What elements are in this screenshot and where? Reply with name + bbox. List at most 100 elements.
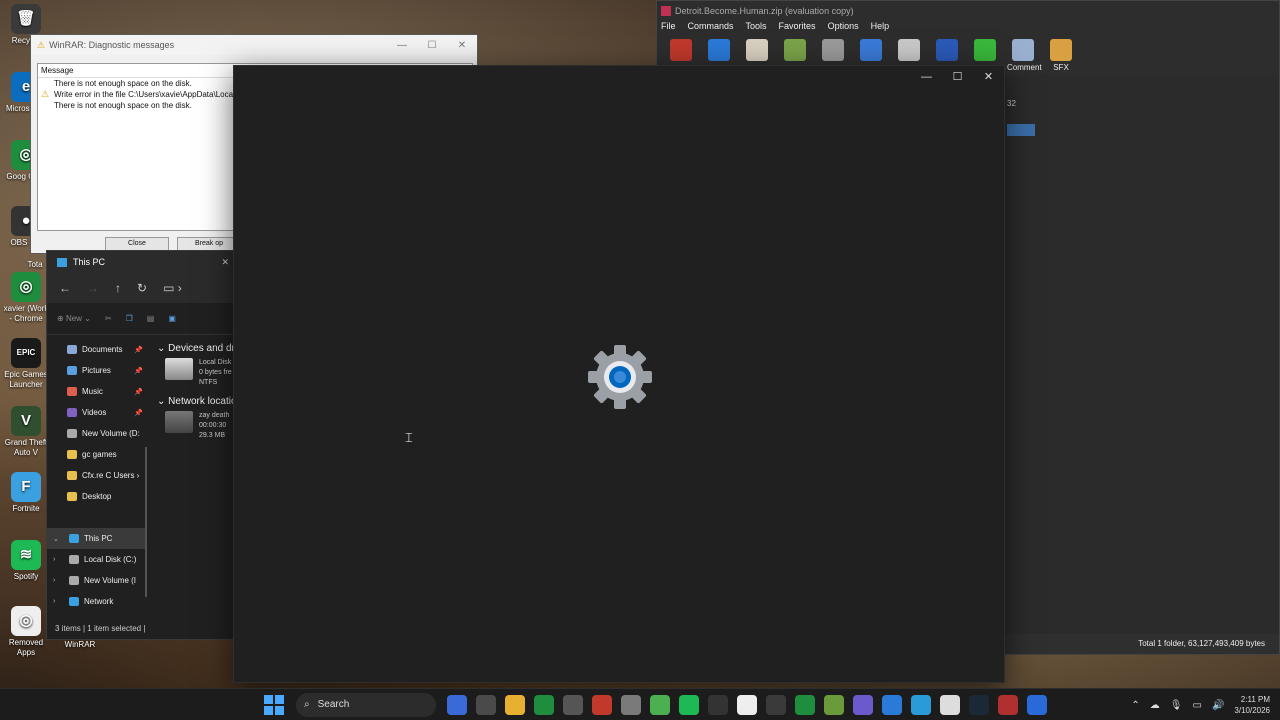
- close-icon[interactable]: ✕: [447, 40, 477, 51]
- winrar-tool-button[interactable]: SFX: [1045, 39, 1077, 72]
- winrar-tool-button[interactable]: Comment: [1007, 39, 1042, 72]
- minimize-icon[interactable]: —: [911, 68, 942, 86]
- clock-date: 3/10/2026: [1234, 706, 1270, 715]
- tool-icon: [936, 39, 958, 61]
- drive-item[interactable]: Local Disk 0 bytes fre NTFS: [151, 354, 235, 388]
- winrar-menu-help[interactable]: Help: [871, 21, 890, 35]
- taskbar-app-icon[interactable]: [620, 694, 641, 715]
- sidebar-item[interactable]: ⌄ This PC: [47, 528, 145, 549]
- display-icon[interactable]: ▭: [1193, 700, 1202, 711]
- chevron-icon[interactable]: ›: [53, 556, 55, 563]
- desktop-icon[interactable]: V Grand Theft Auto V: [2, 406, 50, 458]
- start-button[interactable]: [264, 694, 284, 715]
- taskbar-app-icon[interactable]: [939, 694, 960, 715]
- paste-icon[interactable]: ▤: [147, 314, 155, 323]
- copy-icon[interactable]: ❐: [126, 314, 133, 323]
- sidebar-item[interactable]: Music 📌: [47, 381, 145, 402]
- taskbar-app-icon[interactable]: [533, 694, 554, 715]
- winrar-selected-row[interactable]: [1007, 124, 1035, 136]
- sidebar-item[interactable]: › New Volume (I: [47, 570, 145, 591]
- sidebar-item[interactable]: Videos 📌: [47, 402, 145, 423]
- folder-icon: [67, 366, 77, 375]
- winrar-menu-tools[interactable]: Tools: [746, 21, 767, 35]
- rename-icon[interactable]: ▣: [168, 314, 176, 323]
- back-arrow-icon[interactable]: ←: [59, 281, 71, 295]
- desktop-icon[interactable]: F Fortnite: [2, 472, 50, 514]
- network-icon[interactable]: ☁: [1150, 700, 1160, 711]
- chevron-icon[interactable]: ⌄: [53, 535, 59, 543]
- taskbar-app-icon[interactable]: [1026, 694, 1047, 715]
- sidebar-item[interactable]: Documents 📌: [47, 339, 145, 360]
- forward-arrow-icon[interactable]: →: [87, 281, 99, 295]
- cut-icon[interactable]: ✂: [105, 314, 112, 323]
- up-arrow-icon[interactable]: ↑: [115, 281, 121, 295]
- diag-titlebar[interactable]: ⚠ WinRAR: Diagnostic messages — ☐ ✕: [31, 35, 477, 55]
- sidebar-item[interactable]: › Local Disk (C:): [47, 549, 145, 570]
- taskbar-app-icon[interactable]: [475, 694, 496, 715]
- taskbar-app-icon[interactable]: [910, 694, 931, 715]
- chevron-icon[interactable]: ›: [53, 577, 55, 584]
- network-item[interactable]: zay death 00:00:30 29.3 MB: [151, 407, 235, 441]
- sidebar-item[interactable]: Cfx.re C Users ›: [47, 465, 145, 486]
- clock[interactable]: 2:11 PM 3/10/2026: [1234, 694, 1270, 716]
- sidebar-item[interactable]: New Volume (D:: [47, 423, 145, 444]
- taskbar-search[interactable]: ⌕ Search: [296, 692, 436, 717]
- desktop-icon-label: Epic Games Launcher: [4, 370, 48, 389]
- group-network-header[interactable]: ⌄ Network locatio: [151, 396, 235, 407]
- taskbar-app-icon[interactable]: [881, 694, 902, 715]
- chevron-up-icon[interactable]: ⌃: [1131, 700, 1139, 711]
- taskbar-app-icon[interactable]: [446, 694, 467, 715]
- desktop-label-winrar-text: WinRAR: [64, 640, 96, 649]
- diag-message-text: Write error in the file C:\Users\xavie\A…: [54, 90, 253, 99]
- desktop-icon[interactable]: ≋ Spotify: [2, 540, 50, 582]
- taskbar-app-icon[interactable]: [997, 694, 1018, 715]
- tool-icon: [1012, 39, 1034, 61]
- taskbar-app-icon[interactable]: [591, 694, 612, 715]
- refresh-icon[interactable]: ↻: [137, 281, 147, 295]
- break-operation-button[interactable]: Break op: [177, 237, 241, 251]
- taskbar-app-icon[interactable]: [678, 694, 699, 715]
- new-button[interactable]: ⊕ New ⌄: [57, 314, 91, 323]
- microphone-icon[interactable]: 🎙: [1170, 700, 1183, 711]
- volume-icon[interactable]: 🔊: [1212, 700, 1224, 711]
- winrar-menu-favorites[interactable]: Favorites: [779, 21, 816, 35]
- explorer-tab[interactable]: This PC ✕: [47, 251, 235, 273]
- diag-message-text: There is not enough space on the disk.: [54, 101, 192, 110]
- winrar-menu-options[interactable]: Options: [828, 21, 859, 35]
- winrar-menu-commands[interactable]: Commands: [688, 21, 734, 35]
- group-devices-header[interactable]: ⌄ Devices and dri: [151, 343, 235, 354]
- desktop-icon[interactable]: EPIC Epic Games Launcher: [2, 338, 50, 390]
- desktop-icon[interactable]: ◎ Removed Apps: [2, 606, 50, 658]
- sidebar-item-label: This PC: [84, 534, 113, 543]
- taskbar-app-icon[interactable]: [504, 694, 525, 715]
- sidebar-item[interactable]: › Network: [47, 591, 145, 612]
- taskbar-app-icon[interactable]: [968, 694, 989, 715]
- winrar-menu-file[interactable]: File: [661, 21, 676, 35]
- taskbar-app-icon[interactable]: [707, 694, 728, 715]
- close-icon[interactable]: ✕: [973, 68, 1004, 86]
- tool-icon: [746, 39, 768, 61]
- chevron-icon[interactable]: ›: [53, 598, 55, 605]
- taskbar-app-icon[interactable]: [649, 694, 670, 715]
- desktop-icon[interactable]: ◎ xavier (Work - Chrome: [2, 272, 50, 324]
- taskbar-app-icon[interactable]: [562, 694, 583, 715]
- tool-label: SFX: [1053, 63, 1069, 72]
- close-button[interactable]: Close: [105, 237, 169, 251]
- sidebar-item[interactable]: gc games: [47, 444, 145, 465]
- sidebar-item[interactable]: Pictures 📌: [47, 360, 145, 381]
- maximize-icon[interactable]: ☐: [417, 40, 447, 51]
- taskbar-app-icon[interactable]: [823, 694, 844, 715]
- taskbar-app-icon[interactable]: [736, 694, 757, 715]
- maximize-icon[interactable]: ☐: [942, 68, 973, 86]
- address-monitor-icon[interactable]: ▭ ›: [163, 281, 182, 295]
- taskbar-app-icon[interactable]: [794, 694, 815, 715]
- taskbar-app-icon[interactable]: [765, 694, 786, 715]
- taskbar-app-icon[interactable]: [852, 694, 873, 715]
- desktop-label-winrar[interactable]: WinRAR: [56, 640, 104, 650]
- sidebar-item[interactable]: Desktop: [47, 486, 145, 507]
- start-tile-icon: [264, 705, 273, 715]
- close-tab-icon[interactable]: ✕: [221, 257, 229, 268]
- winrar-titlebar[interactable]: Detroit.Become.Human.zip (evaluation cop…: [657, 1, 1279, 21]
- sidebar-scrollbar[interactable]: [145, 447, 147, 597]
- minimize-icon[interactable]: —: [387, 40, 417, 51]
